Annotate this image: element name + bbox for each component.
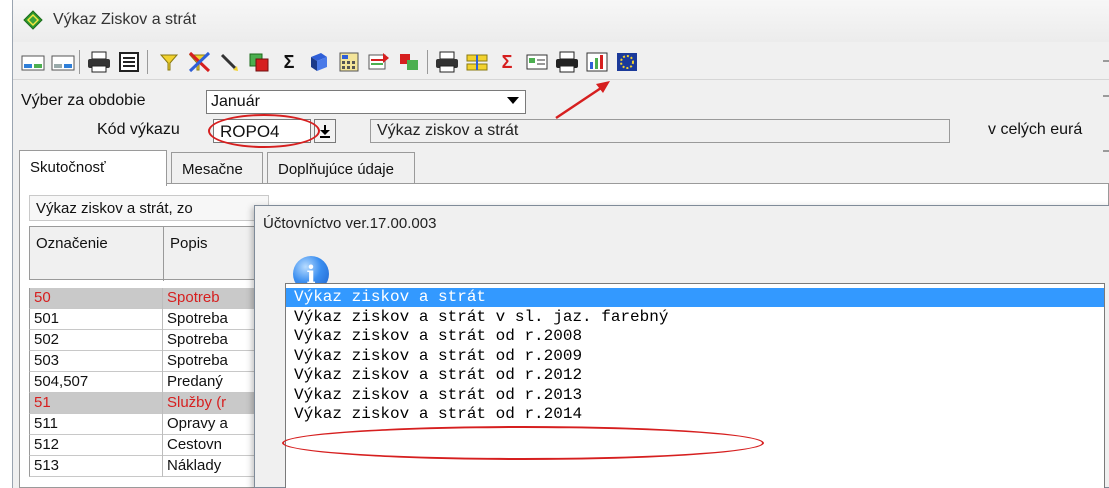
sum-icon[interactable]: Σ [275, 49, 303, 75]
period-label: Výber za obdobie [21, 92, 146, 109]
edge-mark [1103, 60, 1109, 62]
period-value: Január [211, 93, 260, 110]
toolbar: Σ Σ [13, 44, 1109, 80]
filter-icon[interactable] [155, 49, 183, 75]
cell-code: 51 [30, 393, 163, 414]
calculator-icon[interactable] [335, 49, 363, 75]
title-bar: Výkaz Ziskov a strát [13, 0, 1109, 42]
dialog-title: Účtovníctvo ver.17.00.003 [263, 215, 437, 232]
export-icon[interactable] [365, 49, 393, 75]
cell-code: 501 [30, 309, 163, 330]
table-row[interactable]: 503 Spotreba [29, 351, 269, 372]
list-item[interactable]: Výkaz ziskov a strát od r.2009 [286, 347, 1104, 366]
pen-icon[interactable] [215, 49, 243, 75]
table-row[interactable]: 51 Služby (r [29, 393, 269, 414]
chevron-down-icon[interactable] [507, 97, 519, 104]
tab-skutocnost[interactable]: Skutočnosť [19, 150, 167, 186]
globe-icon[interactable] [613, 49, 641, 75]
import-right-icon[interactable] [49, 49, 77, 75]
cell-code: 513 [30, 456, 163, 477]
list-item[interactable]: Výkaz ziskov a strát od r.2008 [286, 327, 1104, 346]
column-header-oznacenie[interactable]: Označenie [30, 227, 164, 281]
window-title: Výkaz Ziskov a strát [53, 11, 197, 28]
list-item[interactable]: Výkaz ziskov a strát od r.2014 [286, 405, 1104, 424]
sigma-icon[interactable]: Σ [493, 49, 521, 75]
list-item[interactable]: Výkaz ziskov a strát od r.2012 [286, 366, 1104, 385]
document-icon[interactable] [115, 49, 143, 75]
book-icon[interactable] [305, 49, 333, 75]
table-row[interactable]: 511 Opravy a [29, 414, 269, 435]
report-code-label: Kód výkazu [97, 121, 180, 138]
cell-code: 503 [30, 351, 163, 372]
table-row[interactable]: 513 Náklady [29, 456, 269, 477]
chart-icon[interactable] [583, 49, 611, 75]
card-icon[interactable] [523, 49, 551, 75]
toolbar-separator [147, 50, 148, 74]
report-description-field: Výkaz ziskov a strát [370, 119, 950, 143]
report-description: Výkaz ziskov a strát [377, 122, 519, 139]
tab-mesacne[interactable]: Mesačne [171, 152, 263, 184]
edge-mark [1103, 150, 1109, 152]
cell-code: 50 [30, 288, 163, 309]
list-item[interactable]: Výkaz ziskov a strát [286, 288, 1104, 307]
table-row[interactable]: 50 Spotreb [29, 288, 269, 309]
cell-code: 511 [30, 414, 163, 435]
table-row[interactable]: 502 Spotreba [29, 330, 269, 351]
table-row[interactable]: 512 Cestovn [29, 435, 269, 456]
tab-label: Mesačne [182, 161, 243, 178]
edge-mark [1103, 95, 1109, 97]
print-report-icon[interactable] [433, 49, 461, 75]
data-grid: Označenie Popis 50 Spotreb 501 Spotreba 502 S… [29, 226, 270, 477]
tab-label: Doplňujúce údaje [278, 161, 394, 178]
clear-filter-icon[interactable] [185, 49, 213, 75]
period-select[interactable]: Január [206, 90, 526, 114]
grid-header: Označenie Popis [29, 226, 270, 281]
windows-icon[interactable] [395, 49, 423, 75]
list-item[interactable]: Výkaz ziskov a strát od r.2013 [286, 386, 1104, 405]
table-row[interactable]: 504,507 Predaný [29, 372, 269, 393]
units-label: v celých eurá [988, 121, 1083, 138]
tab-label: Skutočnosť [30, 159, 106, 176]
printer-icon[interactable] [85, 49, 113, 75]
table-row[interactable]: 501 Spotreba [29, 309, 269, 330]
cell-code: 502 [30, 330, 163, 351]
import-left-icon[interactable] [19, 49, 47, 75]
tab-doplnujuce-udaje[interactable]: Doplňujúce údaje [267, 152, 415, 184]
annotation-circle-2014 [282, 426, 764, 460]
ruler-icon[interactable] [463, 49, 491, 75]
grid-rows: 50 Spotreb 501 Spotreba 502 Spotreba 503 Spotre… [29, 288, 269, 477]
app-logo-icon [23, 10, 43, 30]
toolbar-separator [79, 50, 80, 74]
printer-alt-icon[interactable] [553, 49, 581, 75]
grid-caption: Výkaz ziskov a strát, zo [29, 195, 269, 221]
list-item[interactable]: Výkaz ziskov a strát v sl. jaz. farebný [286, 308, 1104, 327]
copy-icon[interactable] [245, 49, 273, 75]
download-arrow-icon [320, 125, 330, 138]
toolbar-separator [427, 50, 428, 74]
cell-code: 504,507 [30, 372, 163, 393]
annotation-circle-report-code [208, 114, 320, 148]
cell-code: 512 [30, 435, 163, 456]
